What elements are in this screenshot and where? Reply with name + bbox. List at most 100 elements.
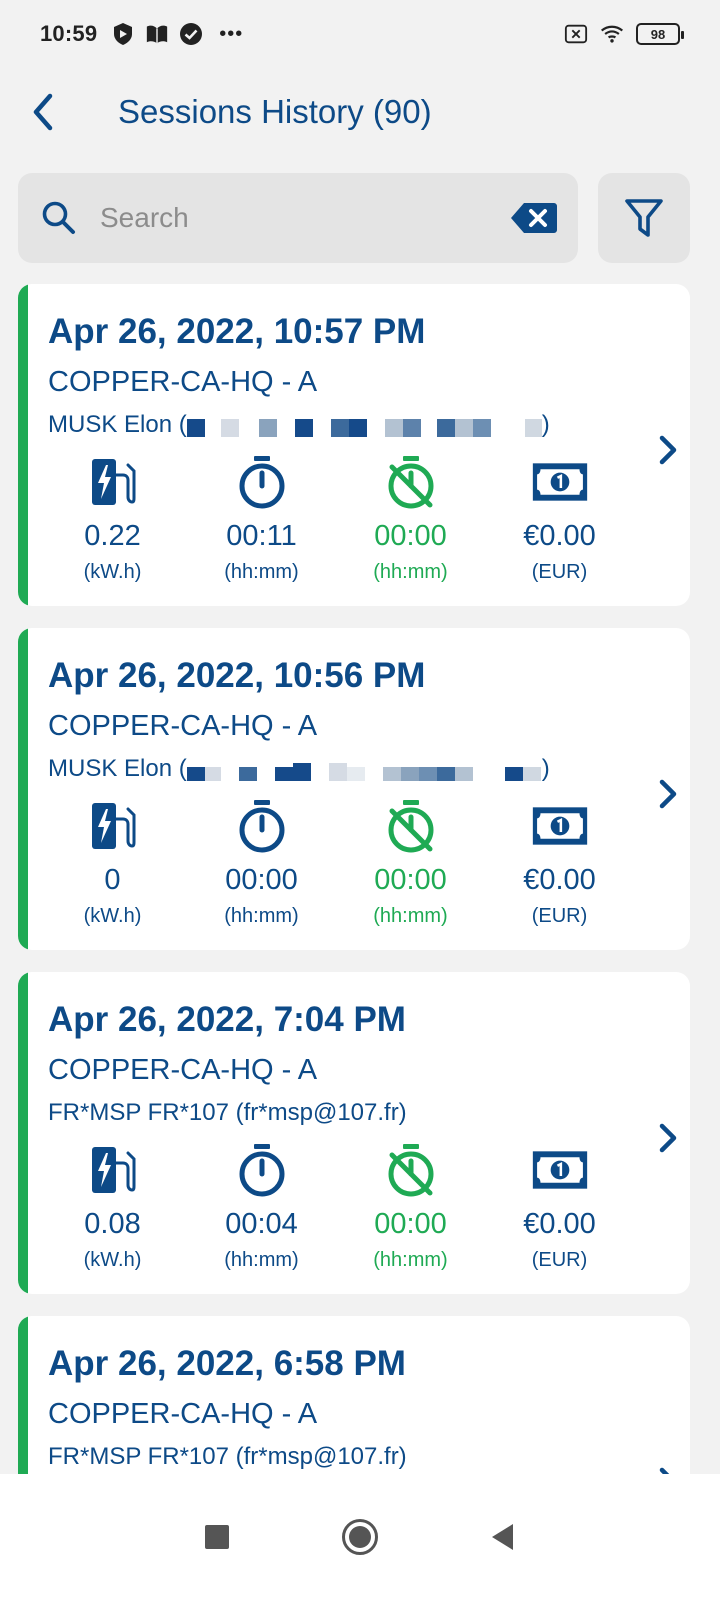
home-button[interactable] [341, 1518, 379, 1556]
session-user-close: ) [541, 411, 550, 438]
inactivity-value: 00:00 [374, 864, 447, 896]
metric-price: €0.00 (EUR) [485, 798, 634, 928]
redacted-email [186, 416, 542, 437]
consumption-unit: (kW.h) [83, 905, 142, 927]
inactivity-value: 00:00 [374, 1208, 447, 1240]
session-date: Apr 26, 2022, 6:58 PM [48, 1344, 406, 1383]
metric-inactivity: 00:00 (hh:mm) [336, 798, 485, 928]
metric-duration: 00:11 (hh:mm) [187, 454, 336, 584]
ev-charger-icon [85, 454, 141, 510]
metric-price: €0.00 (EUR) [485, 454, 634, 584]
session-metrics: 0 (kW.h) 00:00 (hh:mm) 00:00 (hh:mm) €0.… [38, 798, 638, 928]
redacted-email [186, 757, 542, 781]
back-button[interactable] [0, 74, 88, 150]
status-bar: 10:59 ••• 98 [0, 0, 720, 68]
price-value: €0.00 [523, 520, 596, 552]
status-time: 10:59 [40, 21, 98, 46]
filter-button[interactable] [598, 173, 690, 263]
page-title: Sessions History (90) [118, 93, 432, 130]
price-unit: (EUR) [531, 1249, 588, 1271]
timer-icon [234, 798, 290, 854]
session-date: Apr 26, 2022, 10:57 PM [48, 312, 426, 351]
session-user: MUSK Elon () [48, 755, 550, 783]
session-date: Apr 26, 2022, 7:04 PM [48, 1000, 406, 1039]
chevron-right-icon[interactable] [654, 1118, 682, 1158]
consumption-value: 0.08 [84, 1208, 141, 1240]
duration-value: 00:00 [225, 864, 298, 896]
session-user-name: MUSK Elon ( [48, 411, 187, 438]
consumption-unit: (kW.h) [83, 1249, 142, 1271]
session-station: COPPER-CA-HQ - A [48, 1054, 318, 1086]
session-user: FR*MSP FR*107 (fr*msp@107.fr) [48, 1099, 407, 1126]
sim-off-icon [564, 22, 588, 46]
home-circle-icon [342, 1519, 378, 1555]
metric-inactivity: 00:00 (hh:mm) [336, 454, 485, 584]
consumption-value: 0 [104, 864, 121, 896]
system-back-button[interactable] [489, 1522, 517, 1552]
check-circle-icon [179, 22, 203, 46]
session-user-name: MUSK Elon ( [48, 755, 187, 782]
session-station: COPPER-CA-HQ - A [48, 710, 318, 742]
banknote-icon [532, 1142, 588, 1198]
chevron-right-icon[interactable] [654, 430, 682, 470]
back-arrow-icon [33, 93, 53, 131]
search-row [18, 173, 690, 263]
inactivity-unit: (hh:mm) [373, 561, 448, 583]
battery-indicator: 98 [636, 23, 684, 45]
timer-off-icon [383, 1142, 439, 1198]
session-station: COPPER-CA-HQ - A [48, 366, 318, 398]
wifi-icon [600, 22, 624, 46]
system-nav-bar [0, 1474, 720, 1600]
session-card[interactable]: Apr 26, 2022, 10:57 PM COPPER-CA-HQ - A … [18, 284, 690, 606]
session-date: Apr 26, 2022, 10:56 PM [48, 656, 426, 695]
session-user-close: ) [541, 755, 550, 782]
shield-play-icon [111, 22, 135, 46]
clear-search-icon[interactable] [510, 201, 558, 235]
more-dots: ••• [219, 22, 244, 45]
inactivity-unit: (hh:mm) [373, 1249, 448, 1271]
duration-unit: (hh:mm) [224, 561, 299, 583]
search-input[interactable] [100, 202, 510, 234]
recents-button[interactable] [203, 1523, 231, 1551]
timer-icon [234, 454, 290, 510]
price-unit: (EUR) [531, 905, 588, 927]
inactivity-value: 00:00 [374, 520, 447, 552]
duration-unit: (hh:mm) [224, 1249, 299, 1271]
duration-value: 00:11 [226, 520, 297, 552]
metric-duration: 00:04 (hh:mm) [187, 1142, 336, 1272]
timer-icon [234, 1142, 290, 1198]
metric-consumption: 0 (kW.h) [38, 798, 187, 928]
search-icon [42, 201, 75, 234]
back-triangle-icon [492, 1524, 513, 1550]
book-icon [145, 22, 169, 46]
metric-consumption: 0.22 (kW.h) [38, 454, 187, 584]
chevron-right-icon[interactable] [654, 774, 682, 814]
price-value: €0.00 [523, 1208, 596, 1240]
session-metrics: 0.08 (kW.h) 00:04 (hh:mm) 00:00 (hh:mm) [38, 1142, 638, 1272]
metric-price: €0.00 (EUR) [485, 1142, 634, 1272]
price-value: €0.00 [523, 864, 596, 896]
banknote-icon [532, 798, 588, 854]
session-station: COPPER-CA-HQ - A [48, 1398, 318, 1430]
consumption-value: 0.22 [84, 520, 141, 552]
duration-value: 00:04 [225, 1208, 298, 1240]
session-card[interactable]: Apr 26, 2022, 10:56 PM COPPER-CA-HQ - A … [18, 628, 690, 950]
ev-charger-icon [85, 798, 141, 854]
search-box [18, 173, 578, 263]
banknote-icon [532, 454, 588, 510]
metric-consumption: 0.08 (kW.h) [38, 1142, 187, 1272]
square-icon [205, 1525, 229, 1549]
session-metrics: 0.22 (kW.h) 00:11 (hh:mm) 00:00 (hh:mm) [38, 454, 638, 584]
session-user: MUSK Elon ( ) [48, 411, 550, 439]
inactivity-unit: (hh:mm) [373, 905, 448, 927]
timer-off-icon [383, 454, 439, 510]
app-header: Sessions History (90) [0, 74, 720, 150]
sessions-list: Apr 26, 2022, 10:57 PM COPPER-CA-HQ - A … [18, 284, 690, 1600]
session-card[interactable]: Apr 26, 2022, 7:04 PM COPPER-CA-HQ - A F… [18, 972, 690, 1294]
ev-charger-icon [85, 1142, 141, 1198]
metric-inactivity: 00:00 (hh:mm) [336, 1142, 485, 1272]
session-user: FR*MSP FR*107 (fr*msp@107.fr) [48, 1443, 407, 1470]
duration-unit: (hh:mm) [224, 905, 299, 927]
timer-off-icon [383, 798, 439, 854]
consumption-unit: (kW.h) [83, 561, 142, 583]
